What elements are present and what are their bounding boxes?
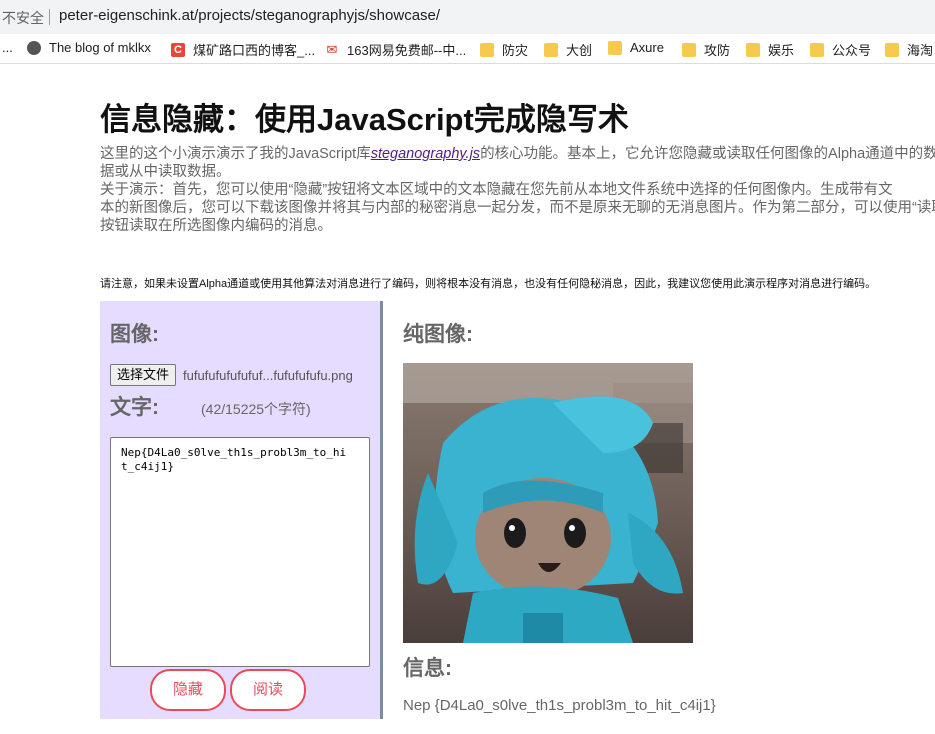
bookmark-label: Axure — [630, 40, 664, 55]
bookmark-folder-gongzhonghao[interactable]: 公众号 — [810, 40, 871, 59]
folder-icon — [885, 42, 899, 57]
bookmark-label: 煤矿路口西的博客_... — [193, 43, 316, 58]
bookmark-folder-fangzai[interactable]: 防灾 — [480, 40, 528, 59]
desc-text: 这里的这个小演示演示了我的JavaScript库 — [100, 146, 371, 162]
folder-icon — [480, 42, 494, 57]
description: 这里的这个小演示演示了我的JavaScript库steganography.js… — [100, 145, 935, 235]
bookmark-folder-axure[interactable]: Axure — [608, 40, 664, 55]
desc-text: 关于演示：首先，您可以使用“隐藏”按钮将文本区域中的文本隐藏在您先前从本地文件系… — [100, 182, 893, 198]
bookmark-label: 攻防 — [704, 43, 731, 58]
folder-icon — [544, 42, 558, 57]
read-button[interactable]: 阅读 — [230, 669, 306, 711]
bookmark-label: 公众号 — [832, 43, 872, 58]
bookmark-label: The blog of mklkx — [49, 40, 151, 55]
notice-text: 请注意，如果未设置Alpha通道或使用其他算法对消息进行了编码，则将根本没有消息… — [100, 278, 877, 290]
csdn-icon: C — [171, 42, 185, 57]
mail-icon: ✉ — [326, 41, 338, 57]
bookmark-163-mail[interactable]: ✉ 163网易免费邮--中... — [325, 40, 467, 59]
folder-icon — [608, 40, 622, 55]
left-panel: 图像: 选择文件 fufufufufufufuf...fufufufufu.pn… — [100, 301, 383, 719]
bookmark-label: 海淘 — [907, 43, 934, 58]
bookmarks-overflow[interactable]: ... — [2, 40, 13, 55]
folder-icon — [682, 42, 696, 57]
image-heading: 图像: — [110, 323, 159, 346]
panel-divider — [380, 301, 383, 719]
textarea-value: Nep{D4La0_s0lve_th1s_probl3m_to_hit_c4ij… — [121, 446, 347, 473]
plain-image — [403, 363, 693, 643]
page-title: 信息隐藏：使用JavaScript完成隐写术 — [100, 102, 629, 137]
bookmark-folder-dachuang[interactable]: 大创 — [544, 40, 592, 59]
url-text[interactable]: peter-eigenschink.at/projects/steganogra… — [59, 7, 440, 24]
insecure-label[interactable]: 不安全 — [2, 8, 44, 28]
bookmark-folder-haitao[interactable]: 海淘 — [885, 40, 933, 59]
plain-image-heading: 纯图像: — [403, 323, 473, 346]
char-count: (42/15225个字符) — [201, 401, 311, 417]
file-name: fufufufufufufuf...fufufufufu.png — [183, 368, 353, 383]
library-link[interactable]: steganography.js — [371, 146, 480, 162]
folder-icon — [810, 42, 824, 57]
choose-file-button[interactable]: 选择文件 — [110, 364, 177, 386]
bookmark-folder-yule[interactable]: 娱乐 — [746, 40, 794, 59]
message-heading: 信息: — [403, 657, 452, 680]
desc-text: 按钮读取在所选图像内编码的消息。 — [100, 218, 332, 234]
desc-text: 本的新图像后，您可以下载该图像并将其与内部的秘密消息一起分发，而不是原来无聊的无… — [100, 200, 935, 216]
desc-text: 的核心功能。基本上，它允许您隐藏或读取任何图像的Alpha通道中的数 — [480, 146, 935, 162]
text-heading: 文字: — [110, 396, 159, 419]
address-bar[interactable]: 不安全 peter-eigenschink.at/projects/stegan… — [0, 0, 935, 34]
bookmark-blog[interactable]: The blog of mklkx — [27, 40, 151, 55]
bookmark-folder-gongfang[interactable]: 攻防 — [682, 40, 730, 59]
desc-text: 据或从中读取数据。 — [100, 164, 231, 180]
folder-icon — [746, 42, 760, 57]
bookmark-label: 防灾 — [502, 43, 529, 58]
globe-icon — [27, 40, 41, 55]
plush-photo — [403, 363, 693, 643]
bookmark-csdn[interactable]: C 煤矿路口西的博客_... — [171, 40, 315, 59]
decoded-message: Nep {D4La0_s0lve_th1s_probl3m_to_hit_c4i… — [403, 697, 716, 714]
bookmark-label: 娱乐 — [768, 43, 795, 58]
address-separator — [49, 9, 50, 25]
message-textarea[interactable]: Nep{D4La0_s0lve_th1s_probl3m_to_hit_c4ij… — [110, 437, 370, 667]
hide-button[interactable]: 隐藏 — [150, 669, 226, 711]
bookmark-label: 大创 — [566, 43, 593, 58]
bookmarks-bar: ... The blog of mklkx C 煤矿路口西的博客_... ✉ 1… — [0, 34, 935, 64]
bookmark-label: 163网易免费邮--中... — [347, 43, 467, 58]
